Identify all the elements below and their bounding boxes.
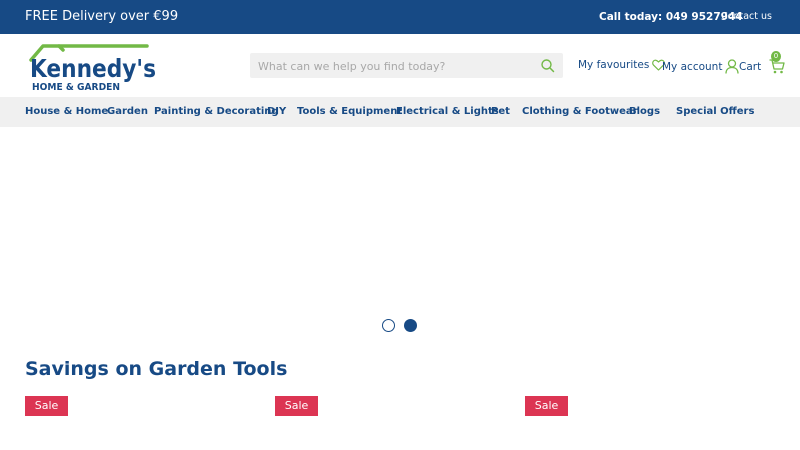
nav-item-painting-decorating[interactable]: Painting & Decorating xyxy=(154,106,279,117)
nav-item-clothing-footwear[interactable]: Clothing & Footwear xyxy=(522,106,638,117)
nav-item-house-home[interactable]: House & Home xyxy=(25,106,108,117)
nav-item-blogs[interactable]: Blogs xyxy=(629,106,660,117)
search-input[interactable] xyxy=(256,56,530,77)
nav-item-special-offers[interactable]: Special Offers xyxy=(676,106,754,117)
free-delivery-promo: FREE Delivery over €99 xyxy=(25,9,179,24)
nav-item-diy[interactable]: DIY xyxy=(267,106,286,117)
user-icon xyxy=(725,59,740,74)
my-account-label: My account xyxy=(662,60,723,73)
nav-item-tools-equipment[interactable]: Tools & Equipment xyxy=(297,106,402,117)
my-favourites-label: My favourites xyxy=(578,59,650,71)
cart-count-badge: 0 xyxy=(771,51,781,62)
main-navigation: House & Home Garden Painting & Decoratin… xyxy=(0,97,800,127)
header: Kennedy's HOME & GARDEN My favourites My… xyxy=(0,34,800,97)
carousel-dot-2-active[interactable] xyxy=(404,319,417,332)
sale-badge: Sale xyxy=(525,396,568,416)
top-bar: FREE Delivery over €99 Call today: 049 9… xyxy=(0,0,800,34)
contact-us-link[interactable]: Contact us xyxy=(721,11,772,22)
sale-badge: Sale xyxy=(275,396,318,416)
nav-item-garden[interactable]: Garden xyxy=(107,106,148,117)
carousel-dot-1[interactable] xyxy=(382,319,395,332)
logo-wordmark: Kennedy's xyxy=(30,54,156,83)
my-account-link[interactable]: My account xyxy=(662,59,740,74)
hero-carousel xyxy=(0,127,800,343)
kennedys-logo[interactable]: Kennedy's HOME & GARDEN xyxy=(29,40,159,92)
nav-item-pet[interactable]: Pet xyxy=(491,106,510,117)
logo-tagline: HOME & GARDEN xyxy=(32,82,120,92)
sale-badge: Sale xyxy=(25,396,68,416)
nav-item-electrical-lights[interactable]: Electrical & Lights xyxy=(396,106,499,117)
section-title: Savings on Garden Tools xyxy=(25,358,288,380)
search-icon[interactable] xyxy=(540,58,555,73)
search-bar xyxy=(250,53,563,78)
cart-label: Cart xyxy=(739,60,762,73)
my-favourites-link[interactable]: My favourites xyxy=(578,59,666,71)
